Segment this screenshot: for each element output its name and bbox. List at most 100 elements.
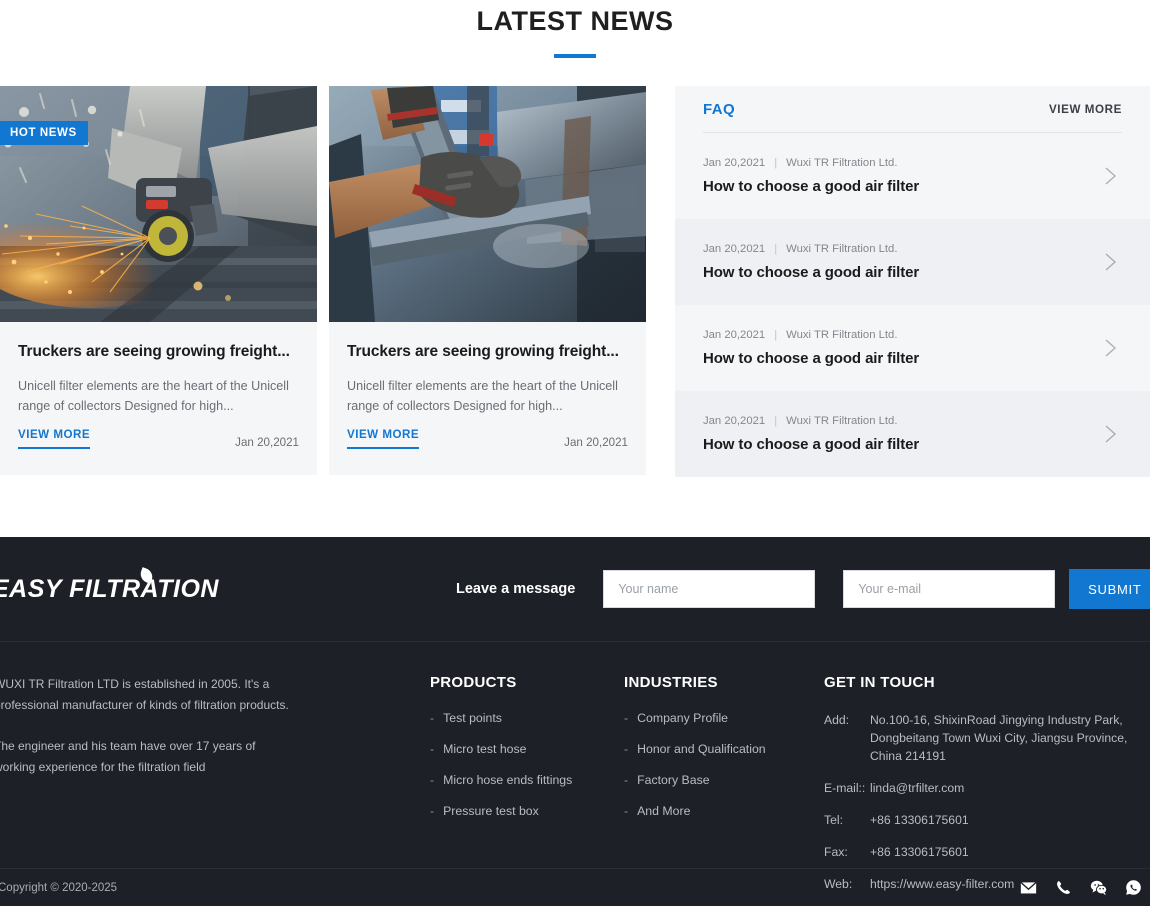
- contact-tel-value[interactable]: +86 13306175601: [870, 811, 1142, 829]
- site-logo[interactable]: EASY FILTRATION: [0, 575, 202, 604]
- footer-columns: WUXI TR Filtration LTD is established in…: [0, 642, 1150, 869]
- dash-icon: -: [430, 742, 434, 756]
- faq-item-date: Jan 20,2021: [703, 415, 765, 427]
- industry-link[interactable]: - And More: [624, 804, 824, 818]
- chevron-right-icon[interactable]: [1105, 167, 1116, 185]
- faq-item-date: Jan 20,2021: [703, 329, 765, 341]
- news-card-footer: VIEW MORE Jan 20,2021: [347, 428, 628, 449]
- name-input-placeholder: Your name: [618, 582, 678, 596]
- section-header: LATEST NEWS: [0, 0, 1150, 58]
- news-card-title[interactable]: Truckers are seeing growing freight...: [347, 342, 628, 362]
- product-link[interactable]: - Test points: [430, 711, 624, 725]
- faq-item-text: Jan 20,2021 | Wuxi TR Filtration Ltd. Ho…: [703, 329, 919, 367]
- faq-item-text: Jan 20,2021 | Wuxi TR Filtration Ltd. Ho…: [703, 157, 919, 195]
- faq-item-date: Jan 20,2021: [703, 157, 765, 169]
- contact-tel-row[interactable]: Tel: +86 13306175601: [824, 811, 1144, 829]
- dash-icon: -: [624, 742, 628, 756]
- dash-icon: -: [624, 804, 628, 818]
- meta-separator: |: [774, 329, 777, 341]
- product-link[interactable]: - Pressure test box: [430, 804, 624, 818]
- email-input-placeholder: Your e-mail: [858, 582, 921, 596]
- product-link[interactable]: - Micro test hose: [430, 742, 624, 756]
- contact-fax-key: Fax:: [824, 843, 870, 861]
- submit-button-label: SUBMIT: [1088, 582, 1141, 597]
- faq-item-question[interactable]: How to choose a good air filter: [703, 264, 919, 281]
- product-link-label: Micro test hose: [443, 742, 526, 756]
- view-more-button[interactable]: VIEW MORE: [18, 428, 90, 449]
- faq-list-item[interactable]: Jan 20,2021 | Wuxi TR Filtration Ltd. Ho…: [675, 391, 1150, 477]
- meta-separator: |: [774, 243, 777, 255]
- chevron-right-icon[interactable]: [1105, 253, 1116, 271]
- industry-link[interactable]: - Company Profile: [624, 711, 824, 725]
- news-card-image: HOT NEWS: [0, 86, 317, 322]
- industry-link[interactable]: - Honor and Qualification: [624, 742, 824, 756]
- news-card[interactable]: Truckers are seeing growing freight... U…: [329, 86, 646, 475]
- footer-industries-column: INDUSTRIES - Company Profile - Honor and…: [624, 674, 824, 869]
- news-card-title[interactable]: Truckers are seeing growing freight...: [18, 342, 299, 362]
- contact-email-row[interactable]: E-mail:: linda@trfilter.com: [824, 779, 1144, 797]
- news-card[interactable]: HOT NEWS Truckers are seeing growing fre…: [0, 86, 317, 475]
- faq-item-meta: Jan 20,2021 | Wuxi TR Filtration Ltd.: [703, 157, 919, 169]
- meta-separator: |: [774, 157, 777, 169]
- industry-link[interactable]: - Factory Base: [624, 773, 824, 787]
- product-link-label: Test points: [443, 711, 502, 725]
- faq-list-item[interactable]: Jan 20,2021 | Wuxi TR Filtration Ltd. Ho…: [675, 133, 1150, 219]
- industry-link-label: Factory Base: [637, 773, 709, 787]
- faq-list-item[interactable]: Jan 20,2021 | Wuxi TR Filtration Ltd. Ho…: [675, 305, 1150, 391]
- chevron-right-icon[interactable]: [1105, 425, 1116, 443]
- faq-panel: FAQ VIEW MORE Jan 20,2021 | Wuxi TR Filt…: [675, 86, 1150, 475]
- news-card-description: Unicell filter elements are the heart of…: [18, 376, 299, 416]
- faq-item-meta: Jan 20,2021 | Wuxi TR Filtration Ltd.: [703, 329, 919, 341]
- footer-bottom-bar: Copyright © 2020-2025: [0, 868, 1150, 906]
- faq-list-item[interactable]: Jan 20,2021 | Wuxi TR Filtration Ltd. Ho…: [675, 219, 1150, 305]
- logo-text: EASY FILTRATION: [0, 575, 219, 603]
- about-paragraph-2: The engineer and his team have over 17 y…: [0, 736, 290, 778]
- name-input[interactable]: Your name: [603, 570, 815, 608]
- news-card-date: Jan 20,2021: [564, 436, 628, 449]
- product-link[interactable]: - Micro hose ends fittings: [430, 773, 624, 787]
- email-input[interactable]: Your e-mail: [843, 570, 1055, 608]
- dash-icon: -: [430, 773, 434, 787]
- faq-view-more-button[interactable]: VIEW MORE: [1049, 103, 1122, 116]
- contact-address-value: No.100-16, ShixinRoad Jingying Industry …: [870, 711, 1142, 765]
- news-card-description: Unicell filter elements are the heart of…: [347, 376, 628, 416]
- faq-item-source: Wuxi TR Filtration Ltd.: [786, 415, 897, 427]
- page-title: LATEST NEWS: [0, 4, 1150, 38]
- contact-fax-row: Fax: +86 13306175601: [824, 843, 1144, 861]
- email-icon[interactable]: [1020, 879, 1037, 896]
- wechat-icon[interactable]: [1090, 879, 1107, 896]
- about-paragraph-1: WUXI TR Filtration LTD is established in…: [0, 674, 290, 716]
- dash-icon: -: [430, 804, 434, 818]
- leave-a-message-label: Leave a message: [456, 581, 575, 597]
- contact-address-row: Add: No.100-16, ShixinRoad Jingying Indu…: [824, 711, 1144, 765]
- faq-item-source: Wuxi TR Filtration Ltd.: [786, 157, 897, 169]
- contact-fax-value: +86 13306175601: [870, 843, 1142, 861]
- footer-contact-column: GET IN TOUCH Add: No.100-16, ShixinRoad …: [824, 674, 1144, 869]
- social-links: [1020, 879, 1142, 896]
- faq-item-question[interactable]: How to choose a good air filter: [703, 350, 919, 367]
- faq-item-text: Jan 20,2021 | Wuxi TR Filtration Ltd. Ho…: [703, 243, 919, 281]
- dash-icon: -: [430, 711, 434, 725]
- industry-link-label: Company Profile: [637, 711, 728, 725]
- faq-item-meta: Jan 20,2021 | Wuxi TR Filtration Ltd.: [703, 243, 919, 255]
- industry-link-label: And More: [637, 804, 690, 818]
- meta-separator: |: [774, 415, 777, 427]
- news-card-date: Jan 20,2021: [235, 436, 299, 449]
- faq-item-text: Jan 20,2021 | Wuxi TR Filtration Ltd. Ho…: [703, 415, 919, 453]
- faq-item-question[interactable]: How to choose a good air filter: [703, 436, 919, 453]
- faq-item-meta: Jan 20,2021 | Wuxi TR Filtration Ltd.: [703, 415, 919, 427]
- contact-email-value[interactable]: linda@trfilter.com: [870, 779, 1142, 797]
- faq-item-question[interactable]: How to choose a good air filter: [703, 178, 919, 195]
- chevron-right-icon[interactable]: [1105, 339, 1116, 357]
- faq-header: FAQ VIEW MORE: [703, 86, 1122, 133]
- dash-icon: -: [624, 711, 628, 725]
- contact-heading: GET IN TOUCH: [824, 674, 1144, 691]
- submit-button[interactable]: SUBMIT: [1069, 569, 1150, 609]
- copyright-text: Copyright © 2020-2025: [0, 882, 117, 894]
- footer-about-column: WUXI TR Filtration LTD is established in…: [0, 674, 374, 869]
- whatsapp-icon[interactable]: [1125, 879, 1142, 896]
- phone-icon[interactable]: [1055, 879, 1072, 896]
- footer-message-bar: EASY FILTRATION Leave a message Your nam…: [0, 537, 1150, 642]
- view-more-button[interactable]: VIEW MORE: [347, 428, 419, 449]
- page-root: LATEST NEWS: [0, 0, 1150, 906]
